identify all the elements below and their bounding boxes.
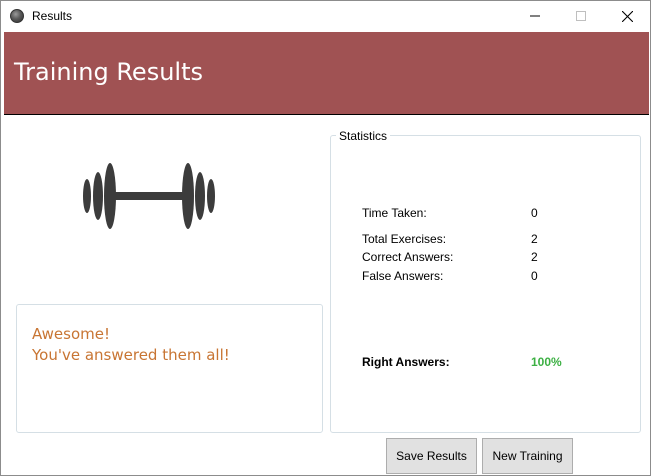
- dumbbell-icon: [83, 163, 215, 229]
- statistics-group: Statistics Time Taken: 0 Total Exercises…: [330, 129, 641, 433]
- new-training-button[interactable]: New Training: [482, 438, 573, 474]
- header-banner: Training Results: [4, 32, 649, 115]
- false-answers-label: False Answers:: [362, 269, 444, 283]
- statistics-legend: Statistics: [336, 129, 391, 143]
- total-exercises-value: 2: [531, 232, 538, 246]
- title-bar[interactable]: Results: [1, 1, 650, 31]
- minimize-button[interactable]: [512, 1, 558, 31]
- right-answers-label: Right Answers:: [362, 355, 450, 369]
- minimize-icon: [530, 15, 540, 17]
- close-button[interactable]: [604, 1, 650, 31]
- message-line-1: Awesome!: [32, 325, 110, 343]
- correct-answers-value: 2: [531, 250, 538, 264]
- window-title: Results: [32, 9, 73, 23]
- close-icon: [621, 10, 633, 22]
- result-message-box: Awesome! You've answered them all!: [16, 304, 323, 433]
- right-answers-value: 100%: [531, 355, 562, 369]
- page-title: Training Results: [14, 58, 203, 86]
- correct-answers-label: Correct Answers:: [362, 250, 454, 264]
- time-taken-value: 0: [531, 206, 538, 220]
- total-exercises-label: Total Exercises:: [362, 232, 447, 246]
- save-results-button[interactable]: Save Results: [386, 438, 477, 474]
- results-window: Results Training Results Awesome! You've…: [0, 0, 651, 476]
- maximize-icon: [576, 11, 586, 21]
- maximize-button[interactable]: [558, 1, 604, 31]
- false-answers-value: 0: [531, 269, 538, 283]
- message-line-2: You've answered them all!: [32, 346, 230, 364]
- app-icon: [10, 9, 24, 23]
- time-taken-label: Time Taken:: [362, 206, 427, 220]
